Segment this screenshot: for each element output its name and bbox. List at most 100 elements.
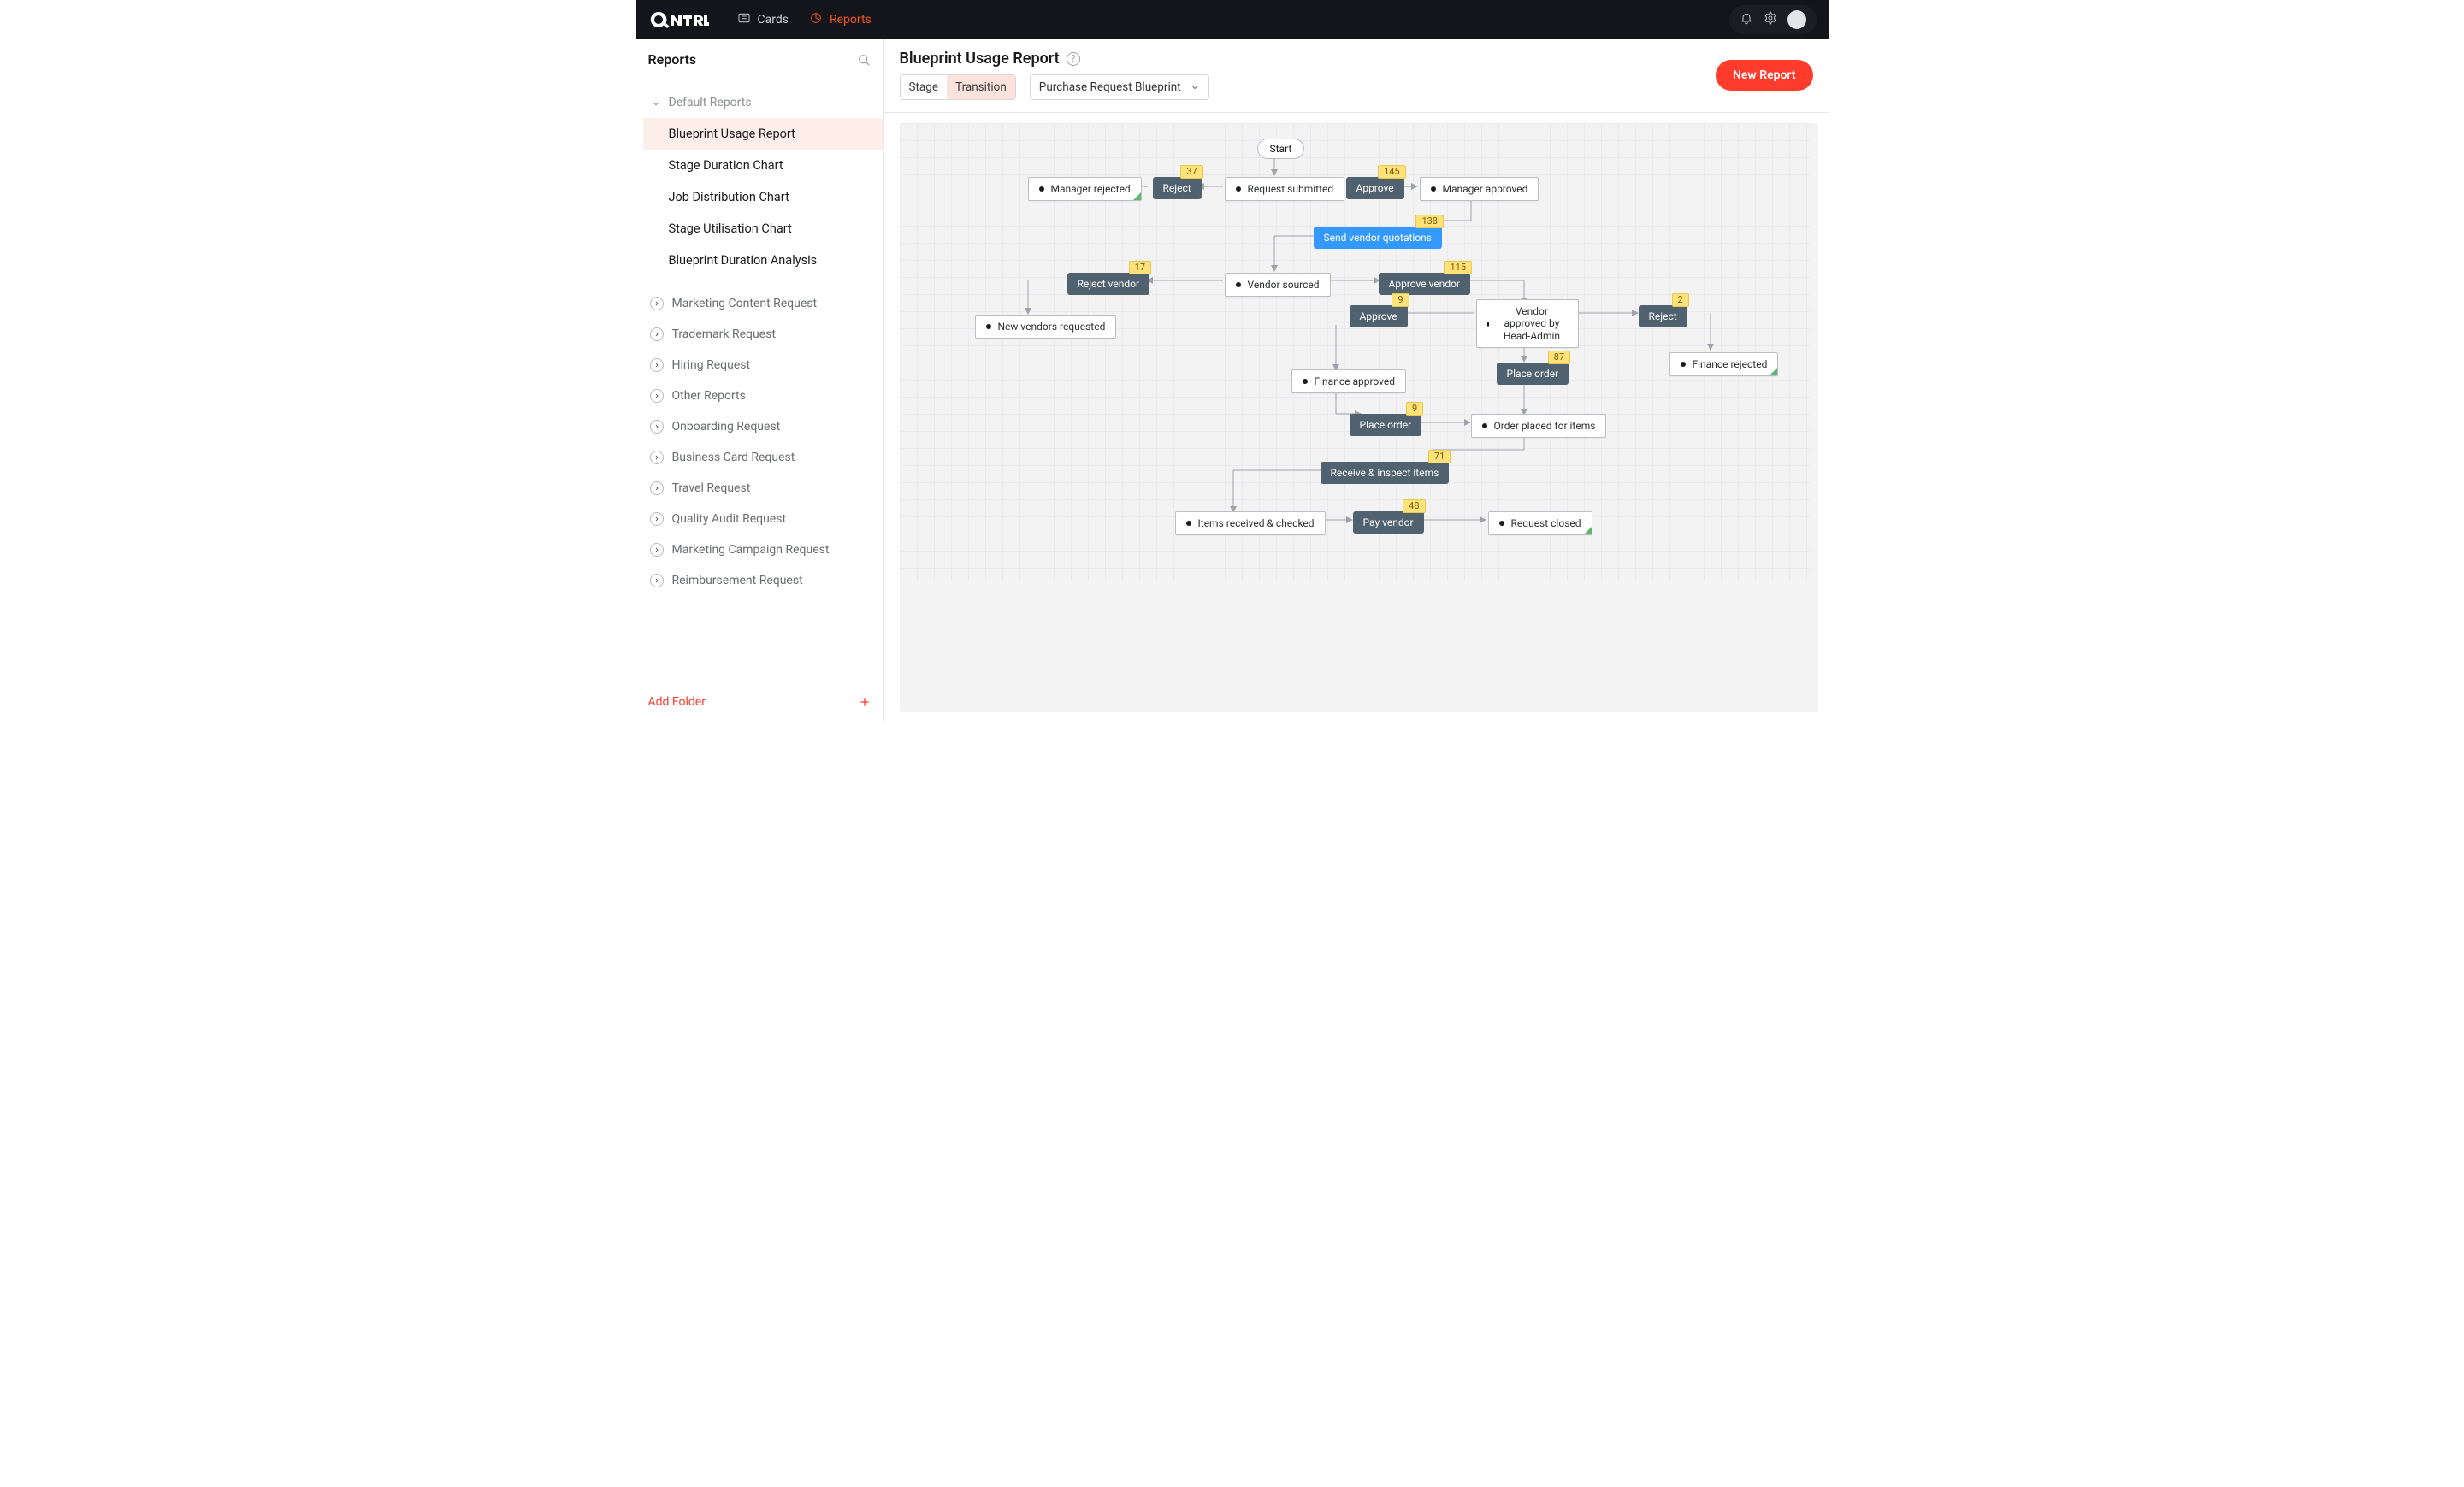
canvas-wrap[interactable]: Start Manager rejected Reject 37 Request… — [900, 123, 1818, 712]
folder-other-reports[interactable]: Other Reports — [636, 381, 883, 411]
count-badge: 9 — [1392, 293, 1409, 307]
folder-label: Hiring Request — [672, 358, 751, 372]
stage-request-submitted[interactable]: Request submitted — [1225, 177, 1345, 201]
nav-cards-label: Cards — [758, 13, 789, 27]
help-icon[interactable]: ? — [1067, 52, 1080, 66]
sidebar-item-label: Stage Utilisation Chart — [669, 221, 792, 236]
sidebar-item-blueprint-duration[interactable]: Blueprint Duration Analysis — [643, 245, 883, 276]
folder-label: Reimbursement Request — [672, 574, 803, 587]
folder-trademark[interactable]: Trademark Request — [636, 319, 883, 350]
nav-cards[interactable]: Cards — [737, 11, 789, 28]
chevron-down-icon — [650, 97, 662, 109]
stage-new-vendors-requested[interactable]: New vendors requested — [975, 315, 1117, 339]
transition-reject2[interactable]: Reject 2 — [1639, 305, 1687, 327]
dot-icon — [1499, 521, 1504, 526]
transition-reject-vendor[interactable]: Reject vendor 17 — [1067, 273, 1150, 295]
start-node[interactable]: Start — [1257, 139, 1305, 159]
blueprint-dropdown[interactable]: Purchase Request Blueprint — [1030, 74, 1209, 100]
toolbar-row: Stage Transition Purchase Request Bluepr… — [900, 74, 1813, 100]
sidebar-footer: Add Folder — [636, 682, 883, 721]
new-report-button[interactable]: New Report — [1716, 60, 1813, 91]
stage-vendor-approved[interactable]: Vendor approved by Head-Admin — [1476, 299, 1579, 348]
folder-business-card[interactable]: Business Card Request — [636, 442, 883, 473]
sidebar-item-stage-duration[interactable]: Stage Duration Chart — [643, 150, 883, 181]
gear-icon[interactable] — [1764, 11, 1777, 28]
sidebar-item-label: Stage Duration Chart — [669, 158, 783, 173]
stage-label: Items received & checked — [1198, 517, 1315, 529]
transition-receive-inspect[interactable]: Receive & inspect items 71 — [1321, 462, 1450, 484]
sidebar-item-blueprint-usage[interactable]: Blueprint Usage Report — [643, 118, 883, 150]
dot-icon — [1431, 186, 1436, 192]
folder-reimbursement[interactable]: Reimbursement Request — [636, 565, 883, 596]
group-default-reports[interactable]: Default Reports Blueprint Usage Report S… — [636, 89, 883, 281]
bell-icon[interactable] — [1740, 11, 1753, 28]
brand[interactable] — [636, 0, 722, 39]
topbar: Cards Reports — [636, 0, 1829, 39]
transition-place-order-right[interactable]: Place order 87 — [1497, 363, 1569, 385]
stage-label: Vendor sourced — [1248, 279, 1320, 291]
report-folders: Marketing Content Request Trademark Requ… — [636, 281, 883, 596]
stage-finance-approved[interactable]: Finance approved — [1291, 369, 1407, 393]
folder-onboarding[interactable]: Onboarding Request — [636, 411, 883, 442]
stage-manager-approved[interactable]: Manager approved — [1420, 177, 1539, 201]
title-row: Blueprint Usage Report ? — [900, 50, 1813, 68]
stage-vendor-sourced[interactable]: Vendor sourced — [1225, 273, 1331, 297]
nav-reports[interactable]: Reports — [809, 11, 872, 28]
transition-send-vendor-quotations[interactable]: Send vendor quotations 138 — [1314, 227, 1442, 249]
transition-approve[interactable]: Approve 145 — [1346, 177, 1404, 199]
stage-label: Order placed for items — [1494, 420, 1596, 432]
nav-reports-label: Reports — [830, 13, 872, 27]
sidebar-item-job-distribution[interactable]: Job Distribution Chart — [643, 181, 883, 213]
group-title: Default Reports — [669, 96, 752, 109]
stage-finance-rejected[interactable]: Finance rejected — [1669, 352, 1779, 376]
transition-place-order2[interactable]: Place order 9 — [1350, 414, 1422, 436]
dot-icon — [1039, 186, 1044, 192]
folder-hiring[interactable]: Hiring Request — [636, 350, 883, 381]
folder-marketing-content[interactable]: Marketing Content Request — [636, 288, 883, 319]
caret-right-icon — [650, 543, 664, 557]
transition-label: Approve vendor — [1389, 278, 1461, 290]
stage-label: Manager rejected — [1051, 183, 1131, 195]
seg-stage[interactable]: Stage — [901, 75, 948, 99]
caret-right-icon — [650, 574, 664, 587]
count-badge: 145 — [1378, 165, 1406, 179]
count-badge: 138 — [1415, 215, 1444, 228]
sidebar-item-label: Job Distribution Chart — [669, 190, 789, 204]
start-label: Start — [1270, 143, 1292, 155]
sidebar-title: Reports — [648, 51, 697, 68]
top-right — [1729, 5, 1829, 34]
add-folder-button[interactable]: Add Folder — [648, 695, 706, 709]
folder-quality-audit[interactable]: Quality Audit Request — [636, 504, 883, 534]
stage-label: Request submitted — [1248, 183, 1334, 195]
stage-request-closed[interactable]: Request closed — [1488, 511, 1592, 535]
sidebar-item-stage-utilisation[interactable]: Stage Utilisation Chart — [643, 213, 883, 245]
transition-reject[interactable]: Reject 37 — [1153, 177, 1202, 199]
stage-manager-rejected[interactable]: Manager rejected — [1028, 177, 1142, 201]
dot-icon — [1303, 379, 1308, 384]
transition-approve-vendor[interactable]: Approve vendor 115 — [1379, 273, 1471, 295]
stage-items-received[interactable]: Items received & checked — [1175, 511, 1326, 535]
transition-label: Reject — [1163, 182, 1191, 194]
folder-marketing-campaign[interactable]: Marketing Campaign Request — [636, 534, 883, 565]
avatar[interactable] — [1787, 10, 1806, 29]
transition-label: Send vendor quotations — [1324, 232, 1432, 244]
dot-icon — [1681, 362, 1686, 367]
search-icon[interactable] — [856, 52, 872, 68]
blueprint-canvas[interactable]: Start Manager rejected Reject 37 Request… — [900, 123, 1810, 581]
count-badge: 9 — [1406, 402, 1423, 416]
transition-label: Reject vendor — [1078, 278, 1140, 290]
transition-pay-vendor[interactable]: Pay vendor 48 — [1353, 511, 1424, 534]
reports-icon — [809, 11, 823, 28]
dot-icon — [1236, 282, 1241, 287]
seg-transition[interactable]: Transition — [947, 75, 1015, 99]
plus-icon[interactable] — [858, 695, 872, 709]
dot-icon — [1482, 423, 1487, 428]
folder-label: Quality Audit Request — [672, 512, 787, 526]
default-report-items: Blueprint Usage Report Stage Duration Ch… — [636, 116, 883, 281]
folder-label: Other Reports — [672, 389, 746, 403]
sidebar: Reports Default Reports Blueprint Usage … — [636, 39, 884, 721]
transition-approve2[interactable]: Approve 9 — [1350, 305, 1408, 327]
transition-label: Reject — [1649, 310, 1677, 322]
folder-travel[interactable]: Travel Request — [636, 473, 883, 504]
stage-order-placed[interactable]: Order placed for items — [1471, 414, 1607, 438]
